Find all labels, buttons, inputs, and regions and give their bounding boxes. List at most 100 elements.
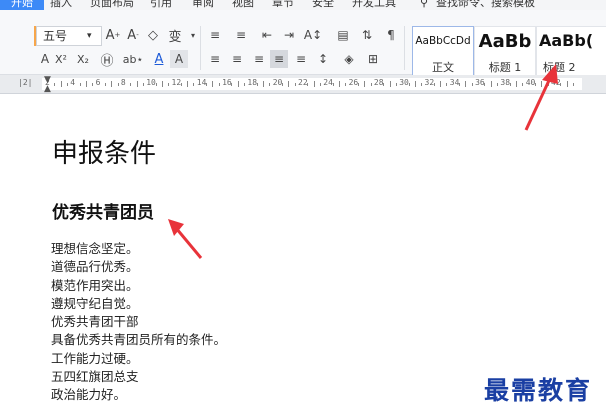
- tab-developer[interactable]: 开发工具: [352, 0, 396, 10]
- ruler-number: 14: [196, 78, 207, 87]
- subscript-icon[interactable]: X₂: [74, 50, 92, 68]
- numbered-list-icon[interactable]: ≡: [232, 26, 250, 44]
- sort-icon[interactable]: ⇅: [358, 26, 376, 44]
- ruler-tick: [104, 83, 106, 86]
- ruler-number: 24: [323, 78, 333, 87]
- char-shading-icon[interactable]: A: [170, 50, 188, 68]
- highlight-icon[interactable]: ab⋆: [123, 50, 144, 68]
- ruler-tick: [345, 83, 347, 86]
- align-left-icon[interactable]: ≡: [206, 50, 224, 68]
- ruler-tick: [244, 83, 246, 86]
- ruler-tick: [288, 81, 290, 87]
- ribbon-toolbar: 五号 ▾ A + A- ◇ 变 ▾ ≡ ≡ ⇤ ⇥ A↕ ▤ ⇅ ¶ A X² X…: [0, 10, 606, 78]
- body-line: 具备优秀共青团员所有的条件。: [51, 332, 227, 348]
- ruler-number: 28: [373, 78, 384, 87]
- ruler-number: 42: [551, 78, 561, 87]
- text-direction-icon[interactable]: A↕: [304, 26, 322, 44]
- increase-indent-icon[interactable]: ⇥: [280, 26, 298, 44]
- show-marks-icon[interactable]: ¶: [382, 26, 400, 44]
- border-icon[interactable]: ⊞: [364, 50, 382, 68]
- ruler-tick: [490, 81, 492, 87]
- body-line: 五四红旗团总支: [51, 369, 139, 385]
- style-normal[interactable]: AaBbCcDd 正文: [412, 26, 474, 78]
- clear-format-icon[interactable]: ◇: [144, 26, 162, 44]
- ruler-tick: [509, 83, 511, 86]
- ruler-number: 12: [171, 78, 182, 87]
- font-size-select[interactable]: 五号 ▾: [36, 26, 102, 46]
- ruler-number: 6: [95, 78, 101, 87]
- command-search[interactable]: 查找命令、搜索模板: [436, 0, 535, 10]
- divider: [200, 26, 201, 70]
- style-heading-2-sample: AaBb(: [539, 31, 594, 50]
- tab-start[interactable]: 开始: [0, 0, 44, 10]
- indent-marker-bottom-icon[interactable]: ▲: [44, 84, 51, 93]
- chevron-down-icon[interactable]: ▾: [87, 27, 92, 45]
- tab-page-layout[interactable]: 页面布局: [90, 0, 134, 10]
- align-center-icon[interactable]: ≡: [228, 50, 246, 68]
- style-heading-2[interactable]: AaBb( 标题 2: [536, 26, 606, 78]
- tab-references[interactable]: 引用: [150, 0, 172, 10]
- ruler-tick: [459, 83, 461, 86]
- ruler-tick: [484, 83, 486, 86]
- tab-review[interactable]: 审阅: [192, 0, 214, 10]
- style-normal-sample: AaBbCcDd: [415, 35, 471, 47]
- ruler-tick: [440, 81, 442, 87]
- page-title: 申报条件: [52, 139, 157, 169]
- ruler-tick: [566, 81, 568, 87]
- ruler-tick: [79, 83, 81, 86]
- text-effect-icon[interactable]: Ⓗ: [98, 50, 116, 69]
- ruler-tick: [54, 83, 56, 86]
- tab-view[interactable]: 视图: [232, 0, 254, 10]
- body-line: 理想信念坚定。: [51, 241, 139, 256]
- ruler-tick: [111, 81, 113, 87]
- ruler-tick: [269, 83, 271, 86]
- body-line: 优秀共青团干部: [51, 314, 139, 330]
- ruler-tick: [256, 83, 258, 86]
- ruler-tick: [465, 81, 467, 87]
- tab-insert[interactable]: 插入: [50, 0, 72, 10]
- ruler-tick: [364, 81, 366, 87]
- body-line: 道德品行优秀。: [51, 259, 139, 275]
- ruler-tick: [92, 83, 94, 86]
- line-spacing-icon[interactable]: ↕: [314, 50, 332, 68]
- bullet-list-icon[interactable]: ≡: [206, 26, 224, 44]
- chinese-layout-icon[interactable]: ▤: [334, 26, 352, 44]
- ruler-tick: [446, 83, 448, 86]
- ruler-tick: [516, 81, 518, 87]
- style-heading-1[interactable]: AaBb 标题 1: [474, 26, 536, 78]
- align-right-icon[interactable]: ≡: [250, 50, 268, 68]
- body-line: 遵规守纪自觉。: [51, 295, 139, 311]
- ruler-tick: [85, 81, 87, 87]
- ruler-tick: [471, 83, 473, 86]
- ruler-tick: [136, 81, 138, 87]
- style-heading-1-label: 标题 1: [488, 61, 522, 74]
- font-color-icon[interactable]: A: [150, 50, 168, 68]
- ruler-tick: [142, 83, 144, 86]
- ruler-tick: [357, 83, 359, 86]
- horizontal-ruler[interactable]: 2 4 6 8 10 12 14 16 18 20 22 24 26 28 30 32 34 36 38 40 42 |…: [0, 75, 606, 94]
- fill-color-icon[interactable]: ◈: [340, 50, 358, 68]
- ruler-tick: [206, 83, 208, 86]
- ruler-tick: [313, 81, 315, 87]
- grow-font-icon[interactable]: A +: [104, 26, 122, 44]
- ruler-tick: [193, 83, 195, 86]
- tab-chapter[interactable]: 章节: [272, 0, 294, 10]
- ruler-number: 22: [298, 78, 308, 87]
- ruler-number: 40: [525, 78, 536, 87]
- superscript-icon[interactable]: X²: [52, 50, 70, 68]
- style-gallery: AaBbCcDd 正文 AaBb 标题 1 AaBb( 标题 2: [412, 26, 606, 78]
- search-icon[interactable]: ⚲: [420, 0, 428, 10]
- ruler-number: 16: [222, 78, 232, 87]
- pinyin-icon[interactable]: 变: [166, 26, 184, 45]
- ruler-number: 20: [272, 78, 283, 87]
- align-justify-icon[interactable]: ≡: [270, 50, 288, 68]
- decrease-indent-icon[interactable]: ⇤: [258, 26, 276, 44]
- ruler-tick: [187, 81, 189, 87]
- tab-security[interactable]: 安全: [312, 0, 334, 10]
- shrink-font-icon[interactable]: A-: [124, 26, 142, 44]
- ruler-tick: [383, 83, 385, 86]
- ruler-tick: [168, 83, 170, 86]
- body-line: 工作能力过硬。: [51, 350, 139, 366]
- distribute-icon[interactable]: ≡: [292, 50, 310, 68]
- ruler-tick: [218, 83, 220, 86]
